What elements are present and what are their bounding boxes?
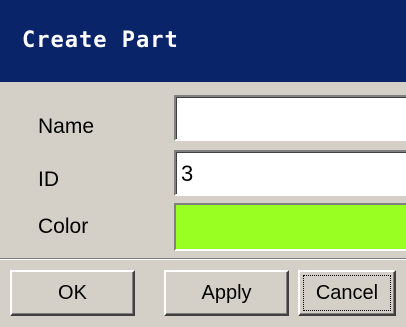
id-label: ID [38,168,59,191]
cancel-button[interactable]: Cancel [298,270,396,316]
ok-button[interactable]: OK [10,270,135,316]
color-swatch[interactable] [174,203,406,251]
id-input[interactable] [179,155,406,193]
create-part-dialog: Create Part Name ID Color OK Apply Cance… [0,0,406,327]
name-field-frame [174,95,406,141]
apply-button[interactable]: Apply [164,270,289,316]
name-label: Name [38,115,95,138]
name-input[interactable] [179,100,406,138]
button-separator [0,258,406,260]
dialog-title: Create Part [22,28,179,53]
id-field-frame [174,150,406,196]
color-label: Color [38,215,89,238]
title-bar[interactable]: Create Part [0,0,406,82]
